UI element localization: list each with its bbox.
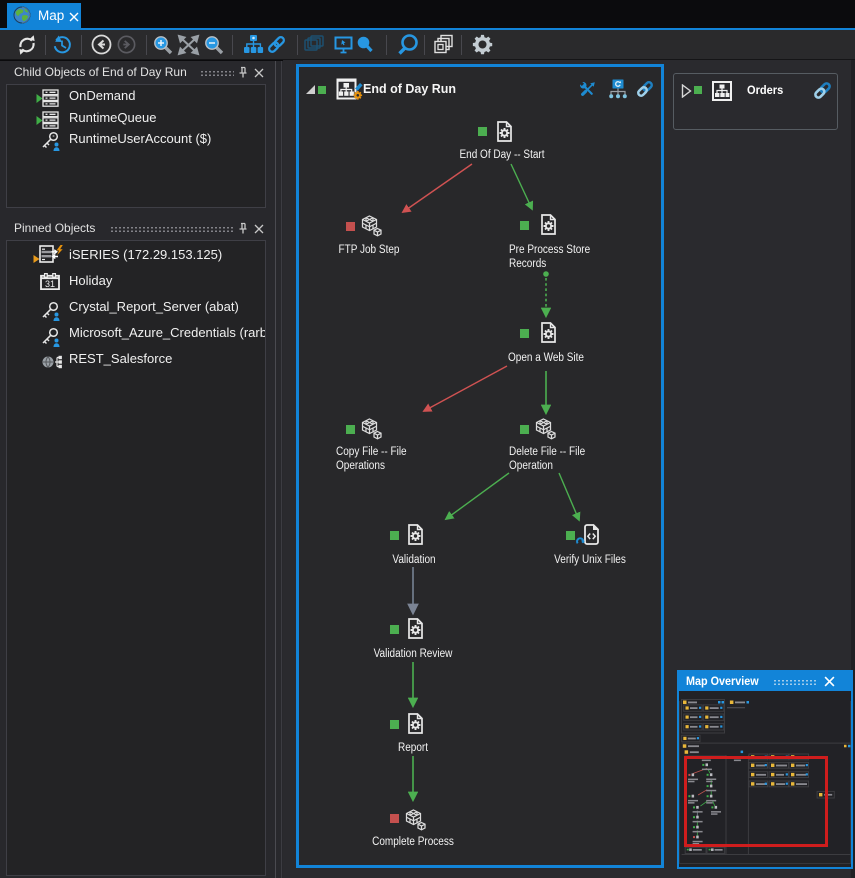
svg-text:31: 31 <box>45 279 55 289</box>
